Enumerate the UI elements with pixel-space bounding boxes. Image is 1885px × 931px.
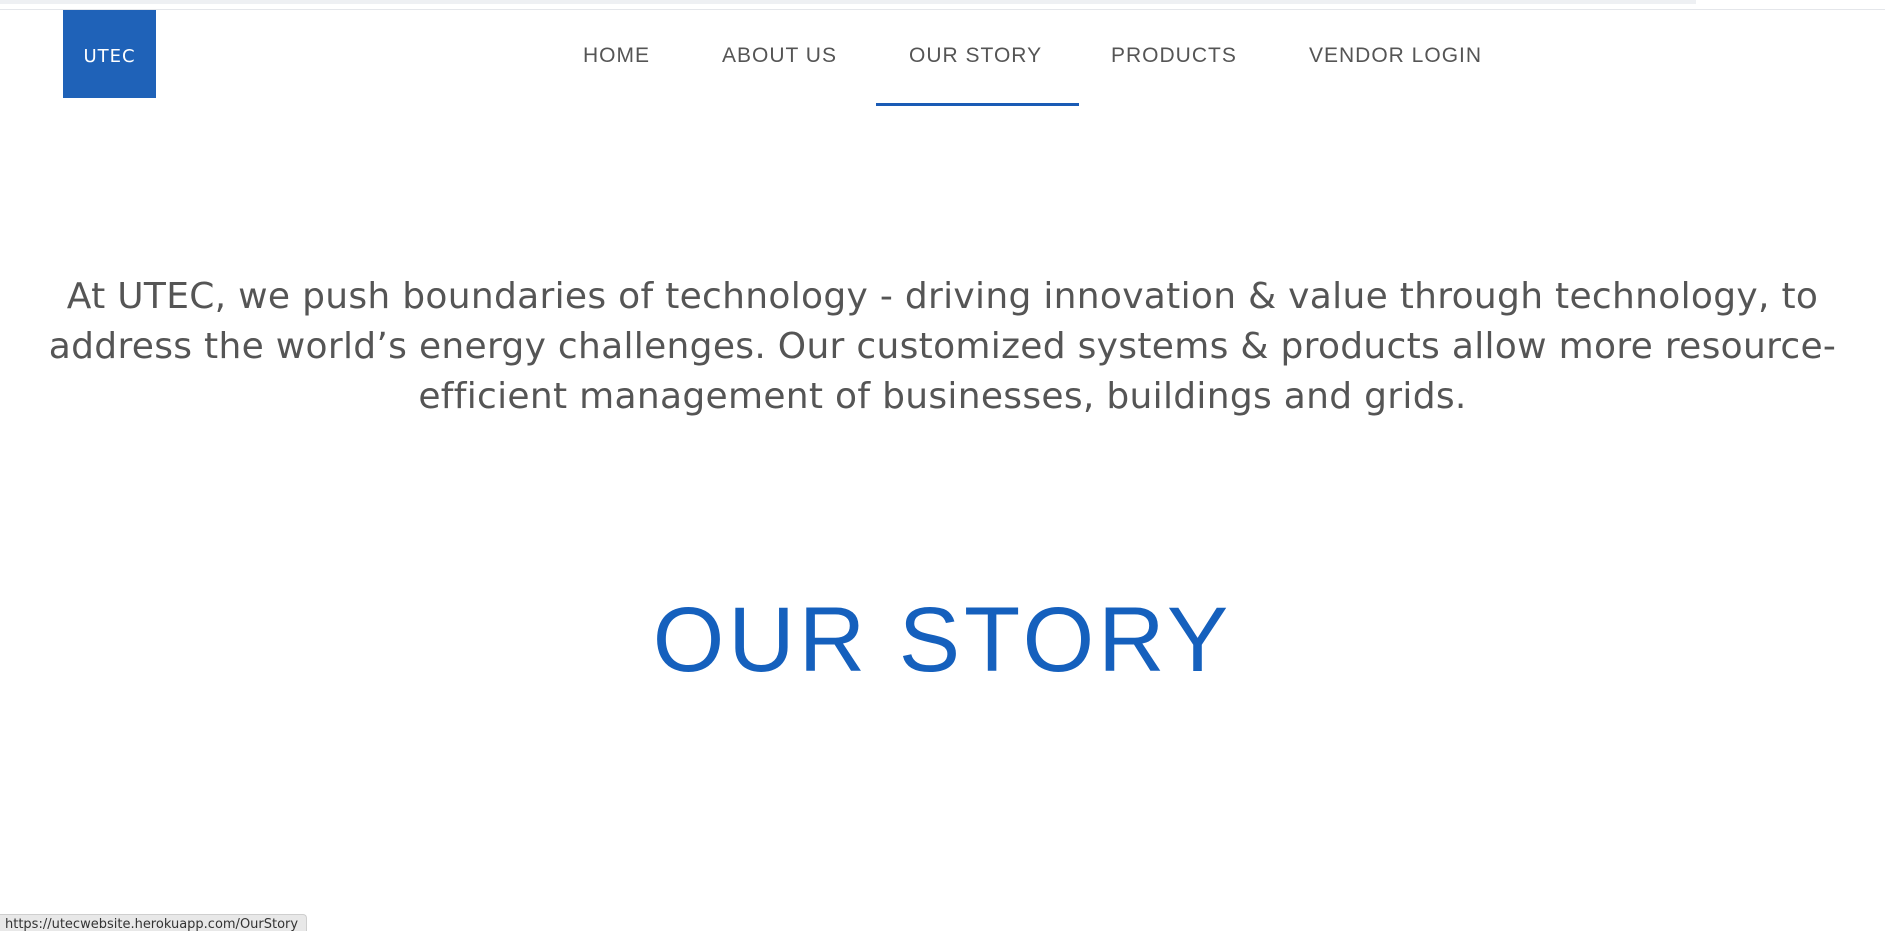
nav-item-home[interactable]: HOME (583, 44, 650, 68)
main-navigation: HOME ABOUT US OUR STORY PRODUCTS VENDOR … (0, 0, 1885, 110)
nav-item-our-story[interactable]: OUR STORY (909, 44, 1042, 68)
nav-item-about-us[interactable]: ABOUT US (722, 44, 837, 68)
nav-item-products[interactable]: PRODUCTS (1111, 44, 1237, 68)
intro-paragraph: At UTEC, we push boundaries of technolog… (48, 276, 1837, 417)
active-nav-indicator (876, 103, 1079, 106)
nav-item-vendor-login[interactable]: VENDOR LOGIN (1309, 44, 1482, 68)
our-story-heading: OUR STORY (652, 589, 1233, 691)
status-bar-url: https://utecwebsite.herokuapp.com/OurSto… (0, 914, 308, 931)
